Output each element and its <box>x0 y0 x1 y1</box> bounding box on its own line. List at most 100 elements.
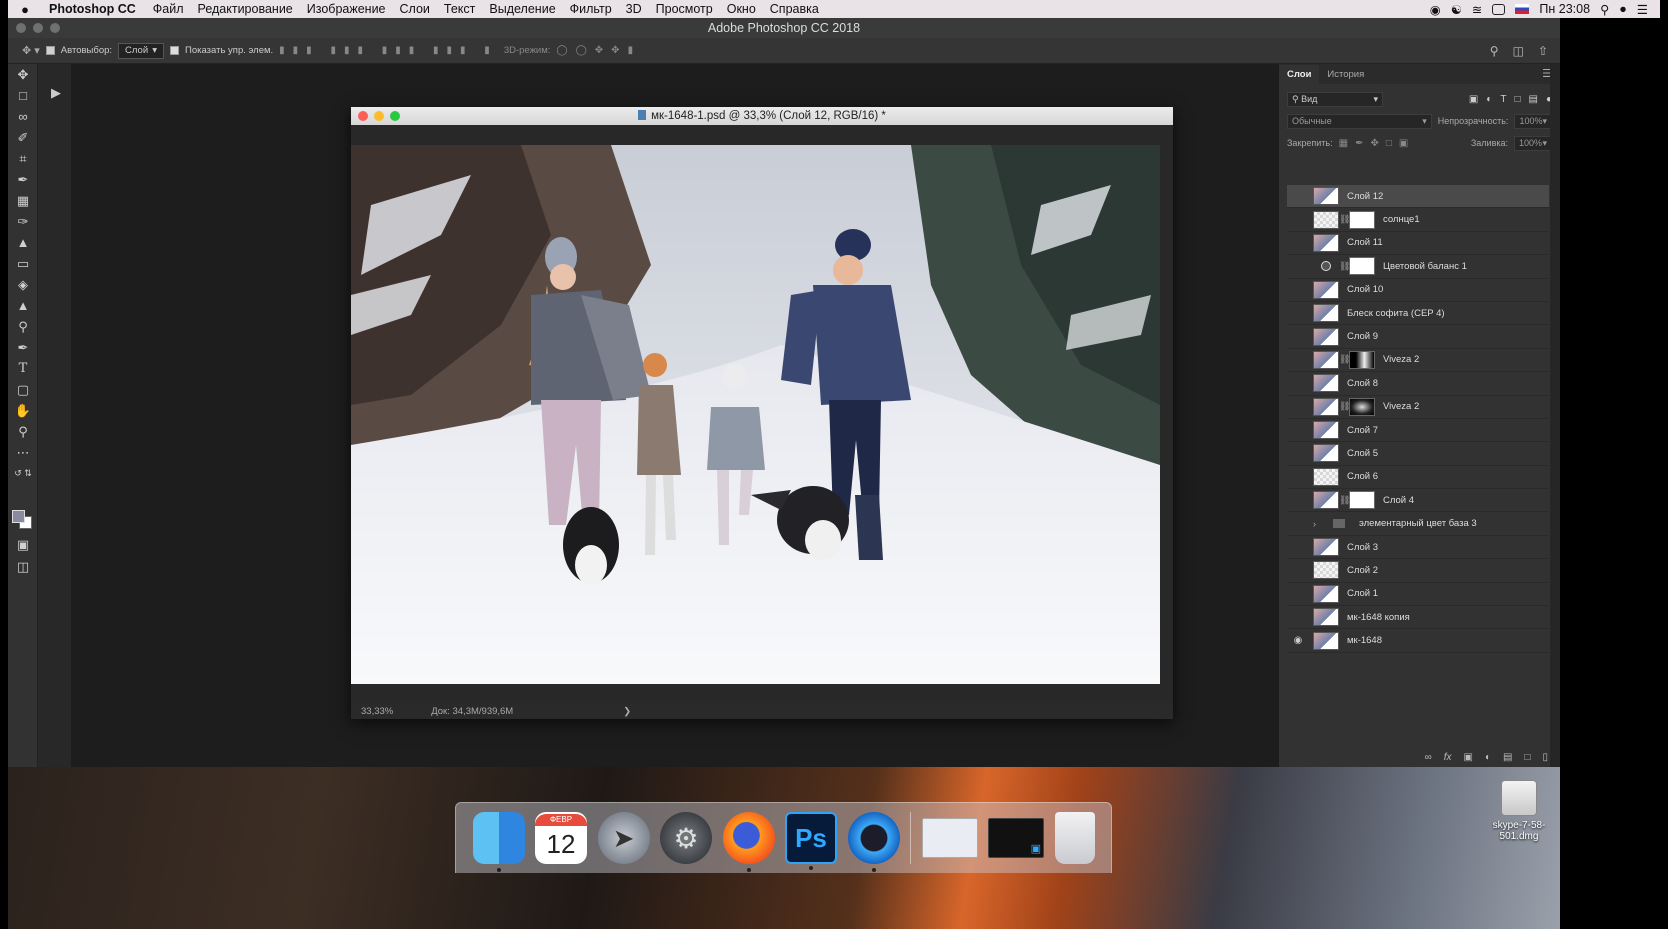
screen-mode-icon[interactable]: ◫ <box>8 556 38 577</box>
more-tools-icon[interactable]: ⋯ <box>8 442 38 463</box>
document-close-button[interactable] <box>358 111 368 121</box>
shape-filter-icon[interactable]: □ <box>1514 94 1520 105</box>
layer-mask-thumbnail[interactable] <box>1349 257 1375 276</box>
layer-row[interactable]: ⛓ Viveza 2 <box>1287 396 1549 419</box>
new-adjustment-icon[interactable]: ◐ <box>1485 752 1491 763</box>
layer-filter-dropdown[interactable]: ⚲ Вид ▾ <box>1287 91 1383 107</box>
lock-position-icon[interactable]: ✥ <box>1370 138 1378 149</box>
layer-row[interactable]: ⛓ Viveza 2 <box>1287 349 1549 373</box>
menu-help[interactable]: Справка <box>763 2 826 16</box>
share-icon[interactable]: ⇧ <box>1538 44 1548 58</box>
opacity-input[interactable]: 100% ▾ <box>1514 113 1552 129</box>
pixel-filter-icon[interactable]: ▣ <box>1469 94 1478 105</box>
app-menu[interactable]: Photoshop CC <box>42 2 146 16</box>
swap-colors-icon[interactable]: ↺ ⇅ <box>8 463 38 484</box>
dock-minimized-browser-window[interactable] <box>921 818 978 858</box>
mask-link-icon[interactable]: ⛓ <box>1339 354 1350 365</box>
blur-tool-icon[interactable]: ▲ <box>8 295 38 316</box>
new-layer-icon[interactable]: □ <box>1524 752 1530 763</box>
menu-layers[interactable]: Слои <box>393 2 437 16</box>
creative-cloud-icon[interactable]: ☯ <box>1451 2 1462 17</box>
dock-quicktime-icon[interactable] <box>847 812 900 872</box>
document-canvas[interactable] <box>351 145 1160 684</box>
fill-input[interactable]: 100% ▾ <box>1514 135 1552 151</box>
lasso-tool-icon[interactable]: ∞ <box>8 106 38 127</box>
type-tool-icon[interactable]: T <box>8 358 38 379</box>
layer-style-icon[interactable]: fx <box>1444 752 1452 763</box>
layer-row[interactable]: ⛓ Цветовой баланс 1 <box>1287 255 1549 279</box>
layer-mask-thumbnail[interactable] <box>1349 397 1375 416</box>
add-mask-icon[interactable]: ▣ <box>1463 752 1472 763</box>
document-zoom-button[interactable] <box>390 111 400 121</box>
layer-mask-thumbnail[interactable] <box>1349 210 1375 229</box>
lock-transparency-icon[interactable]: ▦ <box>1339 138 1348 149</box>
foreground-color-swatch[interactable] <box>12 510 25 523</box>
input-language-icon[interactable] <box>1515 4 1530 14</box>
layer-row[interactable]: мк-1648 копия <box>1287 606 1549 630</box>
delete-layer-icon[interactable]: ▯ <box>1542 752 1548 763</box>
dock-system-preferences-icon[interactable]: ⚙ <box>660 812 712 864</box>
mask-link-icon[interactable]: ⛓ <box>1339 214 1350 225</box>
layer-row[interactable]: Слой 8 <box>1287 372 1549 396</box>
dock-trash-icon[interactable] <box>1054 812 1095 864</box>
menu-edit[interactable]: Редактирование <box>191 2 300 16</box>
menu-select[interactable]: Выделение <box>482 2 562 16</box>
layer-row[interactable]: Слой 3 <box>1287 536 1549 560</box>
stamp-tool-icon[interactable]: ▲ <box>8 232 38 253</box>
crop-tool-icon[interactable]: ⌗ <box>8 148 38 169</box>
menu-text[interactable]: Текст <box>437 2 482 16</box>
move-tool-preset-icon[interactable]: ✥ ▾ <box>22 44 40 57</box>
mode3d-icons[interactable]: ◯◯✥✥▮ <box>556 45 641 56</box>
layer-row[interactable]: Слой 7 <box>1287 419 1549 443</box>
visibility-eye-icon[interactable]: ◉ <box>1287 635 1309 646</box>
layer-row[interactable]: ⛓ Слой 4 <box>1287 489 1549 513</box>
document-minimize-button[interactable] <box>374 111 384 121</box>
menu-image[interactable]: Изображение <box>300 2 393 16</box>
layer-row[interactable]: Слой 10 <box>1287 279 1549 302</box>
autoselect-dropdown[interactable]: Слой ▾ <box>118 42 165 59</box>
layer-mask-thumbnail[interactable] <box>1349 491 1375 510</box>
lock-artboard-icon[interactable]: □ <box>1386 138 1392 149</box>
show-transform-checkbox[interactable] <box>170 46 180 55</box>
wifi-icon[interactable]: ≊ <box>1472 2 1482 17</box>
dock-calendar-icon[interactable]: ФЕВР 12 <box>535 812 587 864</box>
quick-select-tool-icon[interactable]: ✐ <box>8 127 38 148</box>
smart-object-filter-icon[interactable]: ▤ <box>1529 94 1538 105</box>
lock-pixels-icon[interactable]: ✒ <box>1355 138 1363 149</box>
minimize-button[interactable] <box>33 23 43 33</box>
zoom-level[interactable]: 33,33% <box>361 706 393 717</box>
layer-row[interactable]: ◉ мк-1648 <box>1287 629 1549 653</box>
marquee-tool-icon[interactable]: □ <box>8 85 38 106</box>
paint-bucket-tool-icon[interactable]: ◈ <box>8 274 38 295</box>
lock-all-icon[interactable]: ▣ <box>1399 138 1408 149</box>
notifications-icon[interactable]: ☰ <box>1637 2 1648 17</box>
link-layers-icon[interactable]: ∞ <box>1425 752 1432 763</box>
dock-finder-icon[interactable] <box>472 812 525 872</box>
dock-photoshop-icon[interactable]: Ps <box>785 812 837 870</box>
blend-mode-dropdown[interactable]: Обычные ▾ <box>1287 113 1432 129</box>
layer-mask-thumbnail[interactable] <box>1349 350 1375 369</box>
healing-brush-tool-icon[interactable]: ▦ <box>8 190 38 211</box>
menu-file[interactable]: Файл <box>146 2 191 16</box>
airplay-icon[interactable] <box>1492 3 1506 15</box>
layer-row[interactable]: Слой 11 <box>1287 232 1549 256</box>
spotlight-icon[interactable]: ⚲ <box>1600 2 1609 17</box>
desktop-file-skype-dmg[interactable]: skype-7-58-501.dmg <box>1478 780 1560 842</box>
pen-tool-icon[interactable]: ✒ <box>8 337 38 358</box>
mask-link-icon[interactable]: ⛓ <box>1339 261 1350 272</box>
tab-history[interactable]: История <box>1319 65 1372 84</box>
brush-tool-icon[interactable]: ✑ <box>8 211 38 232</box>
dock-minimized-photoshop-window[interactable]: ▣ <box>988 818 1044 858</box>
layer-row[interactable]: Блеск софита (CEP 4) <box>1287 302 1549 326</box>
move-tool-icon[interactable]: ✥ <box>8 64 38 85</box>
dock-firefox-icon[interactable] <box>722 812 775 872</box>
align-icons[interactable]: ▮▮▮ ▮▮▮ ▮▮▮ ▮▮▮ ▮ <box>279 45 498 56</box>
eraser-tool-icon[interactable]: ▭ <box>8 253 38 274</box>
status-menu-arrow-icon[interactable]: ❯ <box>623 706 631 717</box>
apple-menu-icon[interactable]: ● <box>8 2 42 17</box>
menu-view[interactable]: Просмотр <box>649 2 720 16</box>
eyedropper-tool-icon[interactable]: ✒ <box>8 169 38 190</box>
group-expand-arrow-icon[interactable]: › <box>1313 519 1323 529</box>
layer-row[interactable]: Слой 6 <box>1287 466 1549 490</box>
layer-row[interactable]: Слой 9 <box>1287 325 1549 349</box>
